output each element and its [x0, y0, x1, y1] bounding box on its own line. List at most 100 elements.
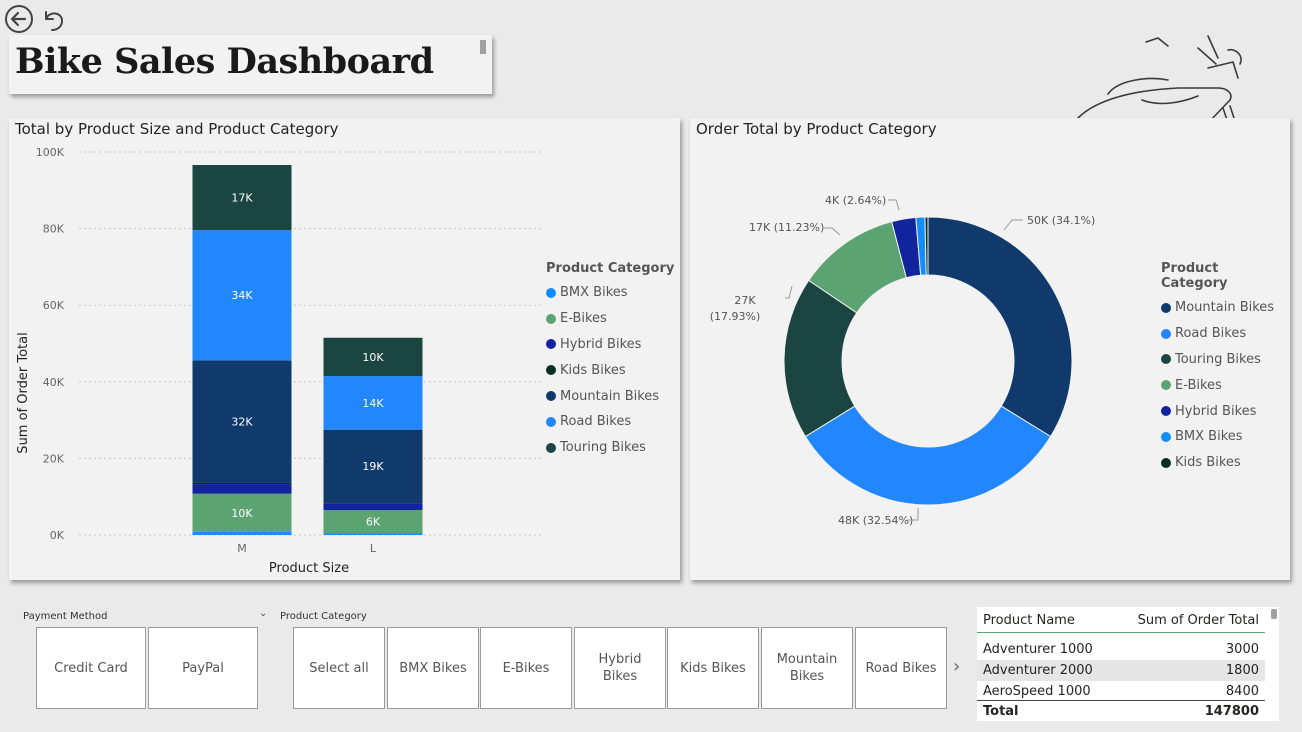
legend-marker	[1161, 354, 1171, 365]
product-table: Product Name Sum of Order Total Adventur…	[977, 607, 1279, 721]
category-option-mountain-bikes[interactable]: Mountain Bikes	[761, 627, 853, 709]
donut-slice-road-bikes[interactable]	[804, 405, 1052, 506]
legend-label: Kids Bikes	[1175, 455, 1241, 471]
legend-label: Touring Bikes	[1175, 351, 1261, 367]
donut-label-touring-value: 27K	[734, 294, 756, 307]
payment-option-paypal[interactable]: PayPal	[148, 627, 258, 709]
legend-label: Road Bikes	[560, 414, 632, 430]
legend-label: Mountain Bikes	[1175, 300, 1275, 316]
legend-marker	[1161, 457, 1171, 468]
legend-item-hybrid-bikes[interactable]: Hybrid Bikes	[546, 332, 676, 358]
legend-marker	[546, 365, 556, 376]
legend-title: Product Category	[546, 261, 675, 276]
donut-chart-legend: Product Category Mountain Bikes Road Bike…	[1161, 261, 1286, 476]
y-tick-label: 80K	[43, 223, 65, 236]
chevron-right-icon[interactable]: ›	[953, 656, 960, 677]
table-scrollbar[interactable]	[1271, 609, 1277, 619]
category-option-road-bikes[interactable]: Road Bikes	[855, 627, 947, 709]
donut-label-ebikes: 17K (11.23%)	[749, 221, 824, 234]
table-row: Adventurer 2000 1800	[977, 660, 1265, 681]
category-option-bmx-bikes[interactable]: BMX Bikes	[387, 627, 479, 709]
y-tick-label: 0K	[50, 529, 65, 542]
category-option-select-all[interactable]: Select all	[293, 627, 385, 709]
bar-segment-m-kids-bikes[interactable]	[192, 482, 292, 485]
legend-label: Road Bikes	[1175, 326, 1247, 342]
back-arrow-icon[interactable]	[4, 4, 34, 34]
y-tick-label: 100K	[36, 146, 65, 159]
category-option-kids-bikes[interactable]: Kids Bikes	[667, 627, 759, 709]
legend-item-touring-bikes[interactable]: Touring Bikes	[546, 435, 676, 461]
bar-data-label: 19K	[362, 460, 384, 473]
chevron-down-icon[interactable]: ⌄	[259, 608, 267, 619]
legend-label: Kids Bikes	[560, 362, 626, 378]
legend-marker	[546, 339, 556, 350]
legend-item-e-bikes[interactable]: E-Bikes	[546, 306, 676, 332]
legend-label: Mountain Bikes	[560, 388, 660, 404]
payment-slicer-title: Payment Method	[23, 611, 108, 622]
bar-segment-m-bmx-bikes[interactable]	[192, 531, 292, 535]
bar-segment-m-hybrid-bikes[interactable]	[192, 484, 292, 494]
legend-label: BMX Bikes	[560, 285, 628, 301]
legend-marker	[1161, 431, 1171, 442]
bar-segment-l-kids-bikes[interactable]	[323, 502, 423, 504]
cell-order-total: 1800	[1225, 663, 1259, 678]
title-scrollbar[interactable]	[480, 40, 486, 54]
bar-data-label: 32K	[231, 416, 253, 429]
y-tick-label: 60K	[43, 299, 65, 312]
legend-marker	[1161, 328, 1171, 339]
donut-slice-mountain-bikes[interactable]	[927, 216, 1073, 438]
legend-item-bmx-bikes[interactable]: BMX Bikes	[546, 280, 676, 306]
legend-item-kids-bikes[interactable]: Kids Bikes	[546, 357, 676, 383]
legend-item-touring-bikes[interactable]: Touring Bikes	[1161, 347, 1286, 373]
legend-marker	[546, 313, 556, 324]
bar-segment-l-bmx-bikes[interactable]	[323, 533, 423, 535]
legend-marker	[1161, 406, 1171, 417]
legend-marker	[546, 287, 556, 298]
legend-marker	[1161, 380, 1171, 391]
table-total-row: Total 147800	[977, 700, 1265, 721]
cell-order-total: 3000	[1225, 642, 1259, 657]
bar-chart-legend: Product Category BMX Bikes E-Bikes Hybrid …	[546, 261, 676, 461]
bar-data-label: 6K	[366, 516, 381, 529]
bar-data-label: 10K	[362, 351, 384, 364]
legend-item-road-bikes[interactable]: Road Bikes	[1161, 321, 1286, 347]
legend-label: Touring Bikes	[560, 440, 646, 456]
payment-option-credit-card[interactable]: Credit Card	[36, 627, 146, 709]
bar-data-label: 14K	[362, 397, 384, 410]
category-slicer-title: Product Category	[280, 611, 367, 622]
legend-marker	[546, 416, 556, 427]
y-tick-label: 20K	[43, 452, 65, 465]
legend-item-hybrid-bikes[interactable]: Hybrid Bikes	[1161, 398, 1286, 424]
cell-order-total: 8400	[1225, 684, 1259, 699]
legend-item-road-bikes[interactable]: Road Bikes	[546, 409, 676, 435]
column-header-order-total[interactable]: Sum of Order Total	[1138, 613, 1259, 628]
bar-chart-panel: Total by Product Size and Product Catego…	[9, 118, 680, 580]
x-tick-label: L	[370, 542, 377, 555]
legend-item-bmx-bikes[interactable]: BMX Bikes	[1161, 424, 1286, 450]
bar-data-label: 10K	[231, 507, 253, 520]
column-header-product-name[interactable]: Product Name	[983, 613, 1075, 628]
donut-label-hybrid: 4K (2.64%)	[825, 194, 886, 207]
legend-label: E-Bikes	[560, 311, 607, 327]
category-option-hybrid-bikes[interactable]: Hybrid Bikes	[574, 627, 666, 709]
table-row: AeroSpeed 1000 8400	[977, 681, 1265, 702]
legend-label: Hybrid Bikes	[1175, 403, 1257, 419]
legend-item-kids-bikes[interactable]: Kids Bikes	[1161, 450, 1286, 476]
legend-item-e-bikes[interactable]: E-Bikes	[1161, 372, 1286, 398]
x-tick-label: M	[237, 542, 247, 555]
legend-item-mountain-bikes[interactable]: Mountain Bikes	[546, 383, 676, 409]
y-axis-label: Sum of Order Total	[16, 332, 31, 453]
bar-segment-l-hybrid-bikes[interactable]	[323, 503, 423, 511]
legend-label: BMX Bikes	[1175, 429, 1243, 445]
legend-title: Product Category	[1161, 261, 1228, 291]
legend-marker	[1161, 302, 1171, 313]
legend-marker	[546, 391, 556, 402]
donut-label-mountain: 50K (34.1%)	[1027, 214, 1095, 227]
category-option-e-bikes[interactable]: E-Bikes	[480, 627, 572, 709]
legend-label: E-Bikes	[1175, 377, 1222, 393]
legend-label: Hybrid Bikes	[560, 336, 642, 352]
legend-item-mountain-bikes[interactable]: Mountain Bikes	[1161, 295, 1286, 321]
y-tick-label: 40K	[43, 376, 65, 389]
bar-data-label: 34K	[231, 289, 253, 302]
undo-icon[interactable]	[38, 4, 68, 34]
